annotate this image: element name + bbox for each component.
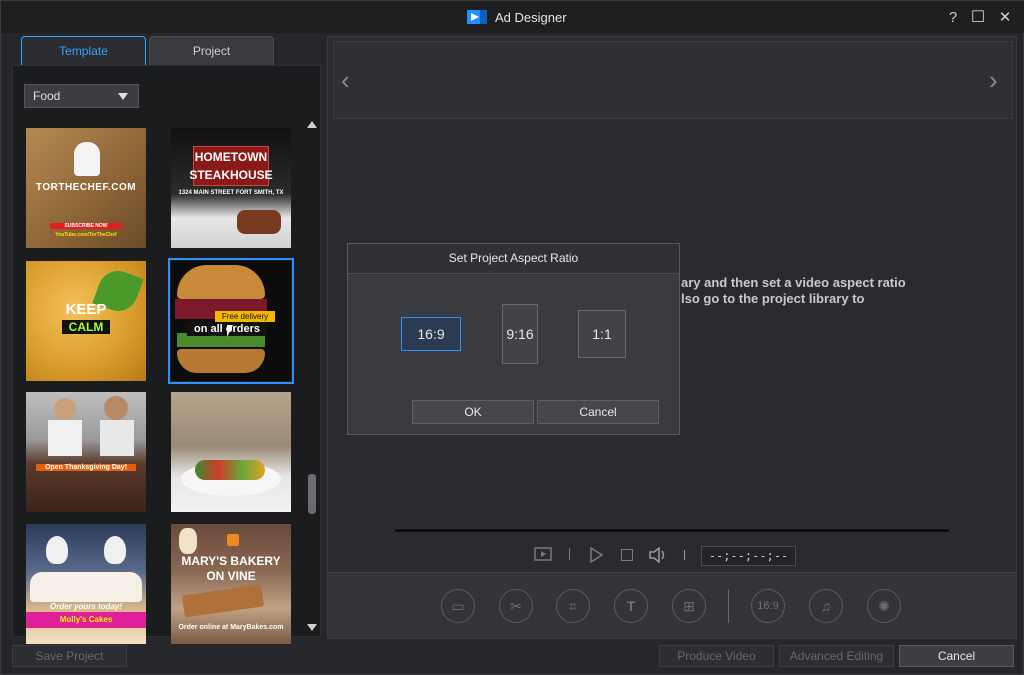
template-caption: Molly's Cakes <box>26 612 146 628</box>
ad-designer-window: Ad Designer ? ☐ ✕ Template Project Food … <box>0 0 1024 675</box>
ratio-9-16-button[interactable]: 9:16 <box>502 304 538 364</box>
template-thumb-burger[interactable]: Free delivery on all orders <box>168 258 294 384</box>
dialog-ok-button[interactable]: OK <box>412 400 534 424</box>
scene-strip <box>333 41 1013 119</box>
burger-bun-bottom <box>177 349 265 373</box>
template-caption: CALM <box>62 320 110 334</box>
template-caption: 1324 MAIN STREET FORT SMITH, TX <box>178 190 284 196</box>
close-icon[interactable]: ✕ <box>996 9 1014 27</box>
bunny-topper-icon <box>104 536 126 564</box>
template-caption: SUBSCRIBE NOW <box>50 223 122 229</box>
chevron-right-icon[interactable]: › <box>989 65 998 96</box>
dialog-cancel-button[interactable]: Cancel <box>537 400 659 424</box>
template-caption: MARY'S BAKERY <box>181 554 281 568</box>
text-icon[interactable]: T <box>614 589 648 623</box>
chef-hat-icon <box>74 142 100 176</box>
template-caption: Free delivery <box>215 311 275 322</box>
app-title-text: Ad Designer <box>495 9 567 25</box>
cancel-button[interactable]: Cancel <box>899 645 1014 667</box>
scroll-thumb[interactable] <box>308 474 316 514</box>
template-thumb-chef[interactable]: TORTHECHEF.COM SUBSCRIBE NOW YouTube.com… <box>26 128 146 248</box>
music-icon[interactable]: ♫ <box>809 589 843 623</box>
steak-image <box>237 210 281 234</box>
template-caption: ON VINE <box>206 569 256 583</box>
template-thumb-marys-bakery[interactable]: MARY'S BAKERY ON VINE Order online at Ma… <box>171 524 291 644</box>
crop-icon[interactable]: ⌗ <box>556 589 590 623</box>
bakery-logo-icon <box>227 534 239 546</box>
preview-mode-icon[interactable] <box>534 547 552 564</box>
timeline-bar[interactable] <box>395 529 949 532</box>
person-image <box>54 398 76 420</box>
app-title: Ad Designer <box>467 7 567 27</box>
person-shirt <box>48 420 82 456</box>
template-caption: KEEP <box>65 301 107 318</box>
template-caption: YouTube.com/TorTheChef <box>55 232 117 238</box>
scroll-down-icon[interactable] <box>307 624 317 631</box>
separator <box>569 548 570 560</box>
ratio-1-1-button[interactable]: 1:1 <box>578 310 626 358</box>
bunny-topper-icon <box>46 536 68 564</box>
add-scene-icon[interactable]: ⊞ <box>672 589 706 623</box>
jar-image <box>179 528 197 554</box>
cake-icing <box>30 572 142 602</box>
help-icon[interactable]: ? <box>944 9 962 27</box>
maximize-icon[interactable]: ☐ <box>969 9 987 27</box>
mouse-cursor-icon <box>227 325 233 337</box>
tab-project[interactable]: Project <box>149 36 274 65</box>
ratio-16-9-button[interactable]: 16:9 <box>401 317 461 351</box>
tools-separator <box>728 589 729 623</box>
template-caption: TORTHECHEF.COM <box>35 182 137 193</box>
separator <box>684 550 685 560</box>
burger-bun-top <box>177 265 265 299</box>
template-caption: STEAKHOUSE <box>189 168 273 182</box>
scroll-up-icon[interactable] <box>307 121 317 128</box>
stop-icon[interactable] <box>621 549 633 561</box>
dialog-title: Set Project Aspect Ratio <box>348 244 679 274</box>
timecode-display: --;--;--;-- <box>701 546 796 566</box>
aspect-ratio-button[interactable]: 16:9 <box>751 589 785 623</box>
produce-video-button[interactable]: Produce Video <box>659 645 774 667</box>
scissors-icon[interactable]: ✂ <box>499 589 533 623</box>
aspect-ratio-dialog: Set Project Aspect Ratio 16:9 9:16 1:1 O… <box>347 243 680 435</box>
template-caption: Open Thanksgiving Day! <box>36 464 136 471</box>
template-scrollbar[interactable] <box>307 119 317 633</box>
volume-icon[interactable] <box>648 546 668 566</box>
template-thumb-steakhouse[interactable]: HOMETOWN STEAKHOUSE 1324 MAIN STREET FOR… <box>171 128 291 248</box>
chevron-down-icon <box>118 93 128 100</box>
title-bar: Ad Designer ? ☐ ✕ <box>1 1 1024 33</box>
instruction-text: ary and then set a video aspect ratio ls… <box>681 275 906 306</box>
template-thumb-mollys-cakes[interactable]: Order yours today! Molly's Cakes <box>26 524 146 644</box>
template-thumb-keep-calm[interactable]: KEEP CALM <box>26 261 146 381</box>
pastry-image <box>181 584 265 618</box>
tab-template[interactable]: Template <box>21 36 146 65</box>
person-shirt <box>100 420 134 456</box>
brightness-icon[interactable]: ✺ <box>867 589 901 623</box>
salad-image <box>195 460 265 480</box>
template-thumb-thanksgiving[interactable]: Open Thanksgiving Day! <box>26 392 146 512</box>
category-dropdown[interactable]: Food <box>24 84 139 108</box>
save-project-button[interactable]: Save Project <box>12 645 127 667</box>
template-caption: HOMETOWN <box>194 150 268 164</box>
advanced-editing-button[interactable]: Advanced Editing <box>779 645 894 667</box>
media-icon[interactable]: ▭ <box>441 589 475 623</box>
template-thumb-salad[interactable] <box>171 392 291 512</box>
app-logo-icon <box>467 9 489 25</box>
template-caption: Order yours today! <box>49 602 122 611</box>
person-image <box>104 396 128 420</box>
template-caption: Order online at MaryBakes.com <box>178 624 284 631</box>
chevron-left-icon[interactable]: ‹ <box>341 65 350 96</box>
category-selected: Food <box>33 89 61 103</box>
play-icon[interactable] <box>589 546 604 566</box>
